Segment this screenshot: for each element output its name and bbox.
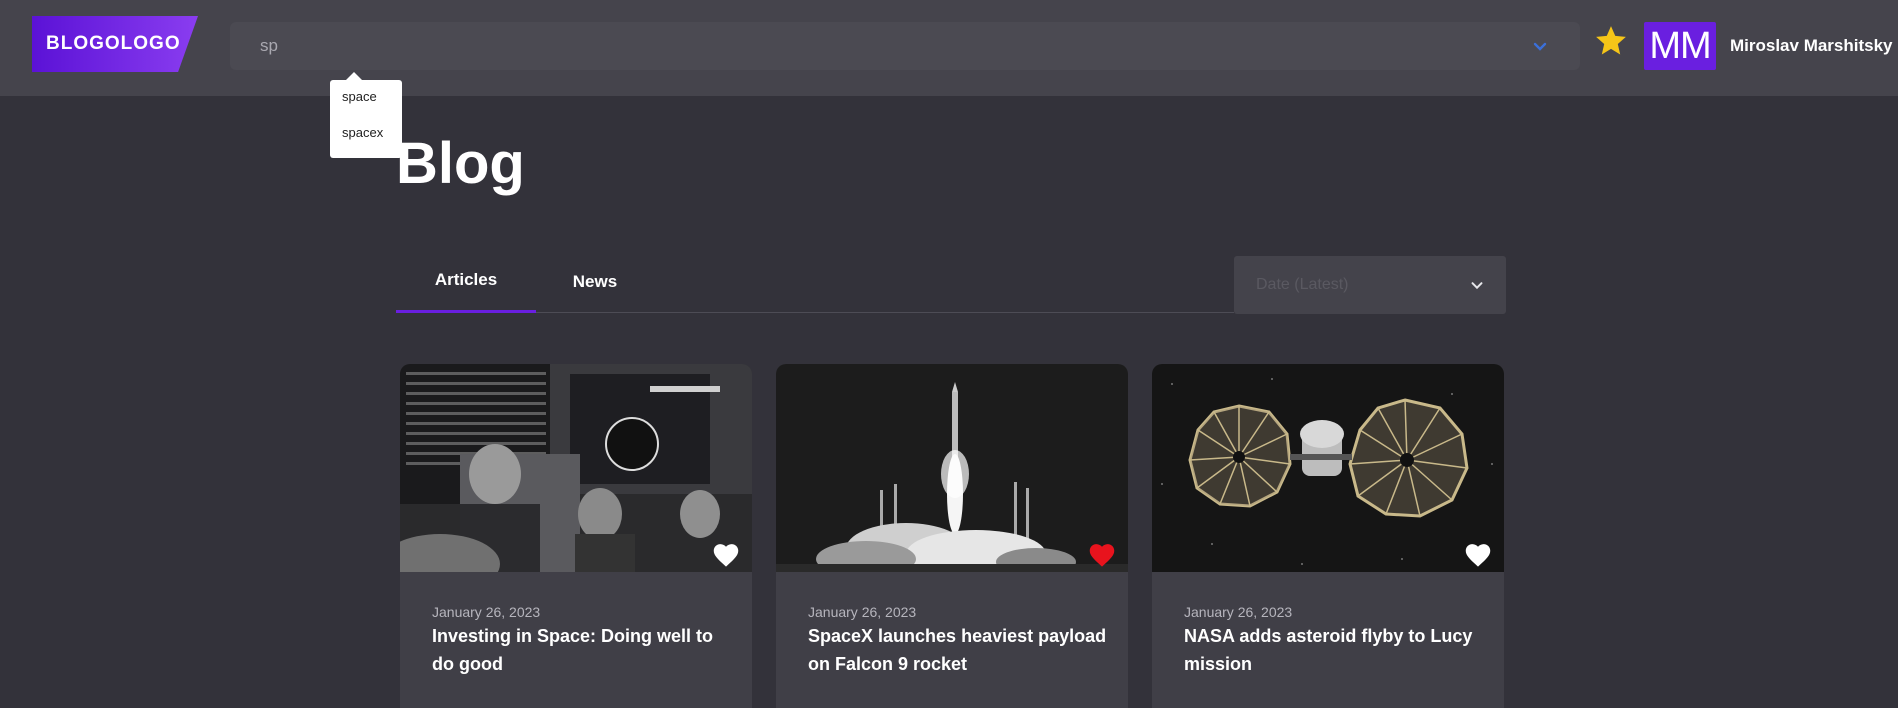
search-input[interactable]: [260, 34, 1460, 58]
logo-text: BLOGOLOGO: [46, 33, 181, 54]
heart-icon[interactable]: [1464, 542, 1492, 568]
card-image[interactable]: [776, 364, 1128, 572]
sort-select[interactable]: Date (Latest): [1234, 256, 1506, 314]
page-title: Blog: [396, 131, 525, 196]
chevron-down-icon[interactable]: [1530, 36, 1550, 56]
avatar-initials: MM: [1649, 24, 1711, 67]
sort-placeholder: Date (Latest): [1256, 276, 1349, 293]
tab-news[interactable]: News: [540, 272, 650, 292]
active-tab-indicator: [396, 310, 536, 313]
card-title[interactable]: Investing in Space: Doing well to do goo…: [432, 622, 732, 678]
card-title[interactable]: SpaceX launches heaviest payload on Falc…: [808, 622, 1108, 678]
star-icon[interactable]: [1594, 24, 1628, 58]
article-card[interactable]: January 26, 2023 Investing in Space: Doi…: [400, 364, 752, 708]
chevron-down-icon: [1471, 282, 1483, 290]
tab-articles[interactable]: Articles: [396, 270, 536, 290]
card-image[interactable]: [400, 364, 752, 572]
heart-icon[interactable]: [1088, 542, 1116, 568]
username[interactable]: Miroslav Marshitsky: [1730, 36, 1893, 56]
card-date: January 26, 2023: [808, 604, 917, 620]
search-suggestions: space spacex: [330, 72, 402, 158]
suggestion-item[interactable]: spacex: [330, 116, 402, 152]
card-date: January 26, 2023: [432, 604, 541, 620]
card-date: January 26, 2023: [1184, 604, 1293, 620]
search-bar[interactable]: [230, 22, 1580, 70]
avatar[interactable]: MM: [1644, 22, 1716, 70]
header: BLOGOLOGO MM Miroslav Marshitsky: [0, 0, 1898, 96]
article-card[interactable]: January 26, 2023 SpaceX launches heavies…: [776, 364, 1128, 708]
heart-icon[interactable]: [712, 542, 740, 568]
card-image[interactable]: [1152, 364, 1504, 572]
article-card[interactable]: January 26, 2023 NASA adds asteroid flyb…: [1152, 364, 1504, 708]
suggestion-item[interactable]: space: [330, 80, 402, 116]
logo[interactable]: BLOGOLOGO: [32, 16, 198, 72]
card-title[interactable]: NASA adds asteroid flyby to Lucy mission: [1184, 622, 1484, 678]
